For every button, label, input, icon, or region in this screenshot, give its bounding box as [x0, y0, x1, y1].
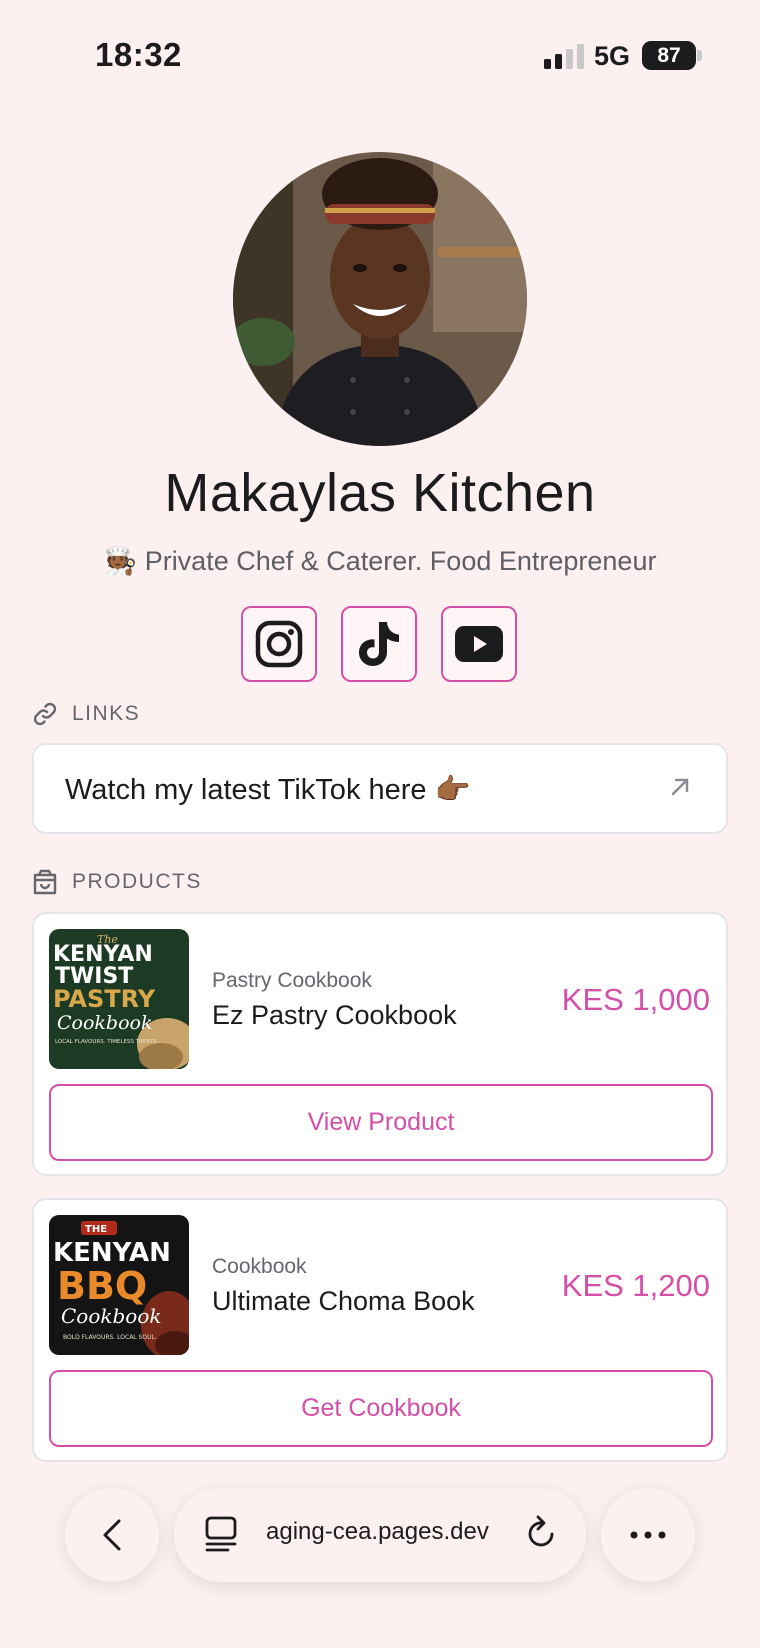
shopping-bag-icon: [33, 869, 57, 895]
svg-text:Cookbook: Cookbook: [57, 1012, 152, 1034]
battery-indicator: 87: [642, 41, 696, 70]
profile-avatar: [233, 152, 527, 446]
product-thumbnail[interactable]: THE KENYAN BBQ Cookbook BOLD FLAVOURS. L…: [49, 1215, 189, 1355]
status-bar: 18:32 5G 87: [0, 0, 760, 110]
products-label: PRODUCTS: [72, 870, 202, 893]
tiktok-button[interactable]: [341, 606, 417, 682]
product-card: THE KENYAN BBQ Cookbook BOLD FLAVOURS. L…: [32, 1198, 728, 1462]
reload-icon[interactable]: [524, 1514, 560, 1554]
view-product-button[interactable]: View Product: [49, 1084, 713, 1161]
profile-bio: 🧑🏾‍🍳 Private Chef & Caterer. Food Entrep…: [0, 545, 760, 577]
svg-text:PASTRY: PASTRY: [53, 985, 156, 1013]
products-section-header: PRODUCTS: [32, 867, 202, 897]
instagram-button[interactable]: [241, 606, 317, 682]
more-horizontal-icon: [630, 1531, 666, 1539]
youtube-button[interactable]: [441, 606, 517, 682]
profile-name: Makaylas Kitchen: [164, 463, 596, 523]
svg-text:BOLD FLAVOURS. LOCAL SOUL.: BOLD FLAVOURS. LOCAL SOUL.: [63, 1334, 157, 1341]
product-name: Ez Pastry Cookbook: [212, 1000, 457, 1030]
bio-text: Private Chef & Caterer. Food Entrepreneu…: [144, 546, 657, 576]
product-card: The KENYAN TWIST PASTRY Cookbook LOCAL F…: [32, 912, 728, 1176]
chef-emoji-icon: 🧑🏾‍🍳: [103, 546, 138, 576]
product-category: Cookbook: [212, 1255, 307, 1278]
youtube-icon: [455, 626, 503, 662]
svg-text:Cookbook: Cookbook: [61, 1304, 162, 1328]
product-thumbnail[interactable]: The KENYAN TWIST PASTRY Cookbook LOCAL F…: [49, 929, 189, 1069]
links-section-header: LINKS: [32, 699, 140, 729]
svg-text:LOCAL FLAVOURS. TIMELESS TREAT: LOCAL FLAVOURS. TIMELESS TREATS.: [55, 1039, 159, 1045]
address-bar[interactable]: aging-cea.pages.dev: [174, 1488, 586, 1582]
tiktok-icon: [359, 622, 399, 666]
tabs-icon: [205, 1516, 237, 1552]
get-cookbook-button[interactable]: Get Cookbook: [49, 1370, 713, 1447]
signal-icon: [544, 44, 584, 69]
chevron-left-icon: [103, 1519, 121, 1551]
product-name: Ultimate Choma Book: [212, 1286, 475, 1316]
link-icon: [33, 702, 57, 726]
svg-text:THE: THE: [85, 1224, 107, 1235]
browser-toolbar: aging-cea.pages.dev: [0, 1488, 760, 1583]
back-button[interactable]: [65, 1488, 159, 1582]
arrow-up-right-icon: [671, 778, 689, 796]
link-text: Watch my latest TikTok here 👉🏾: [65, 774, 471, 806]
product-category: Pastry Cookbook: [212, 969, 372, 992]
svg-text:BBQ: BBQ: [57, 1264, 147, 1308]
link-card[interactable]: Watch my latest TikTok here 👉🏾: [32, 743, 728, 834]
battery-cap: [697, 50, 702, 61]
social-links: [241, 606, 521, 682]
product-price: KES 1,200: [561, 1268, 710, 1303]
url-text: aging-cea.pages.dev: [266, 1518, 489, 1545]
product-price: KES 1,000: [561, 982, 710, 1017]
instagram-icon: [255, 620, 303, 668]
status-time: 18:32: [95, 36, 182, 73]
network-label: 5G: [594, 41, 631, 71]
more-button[interactable]: [601, 1488, 695, 1582]
links-label: LINKS: [72, 702, 141, 725]
